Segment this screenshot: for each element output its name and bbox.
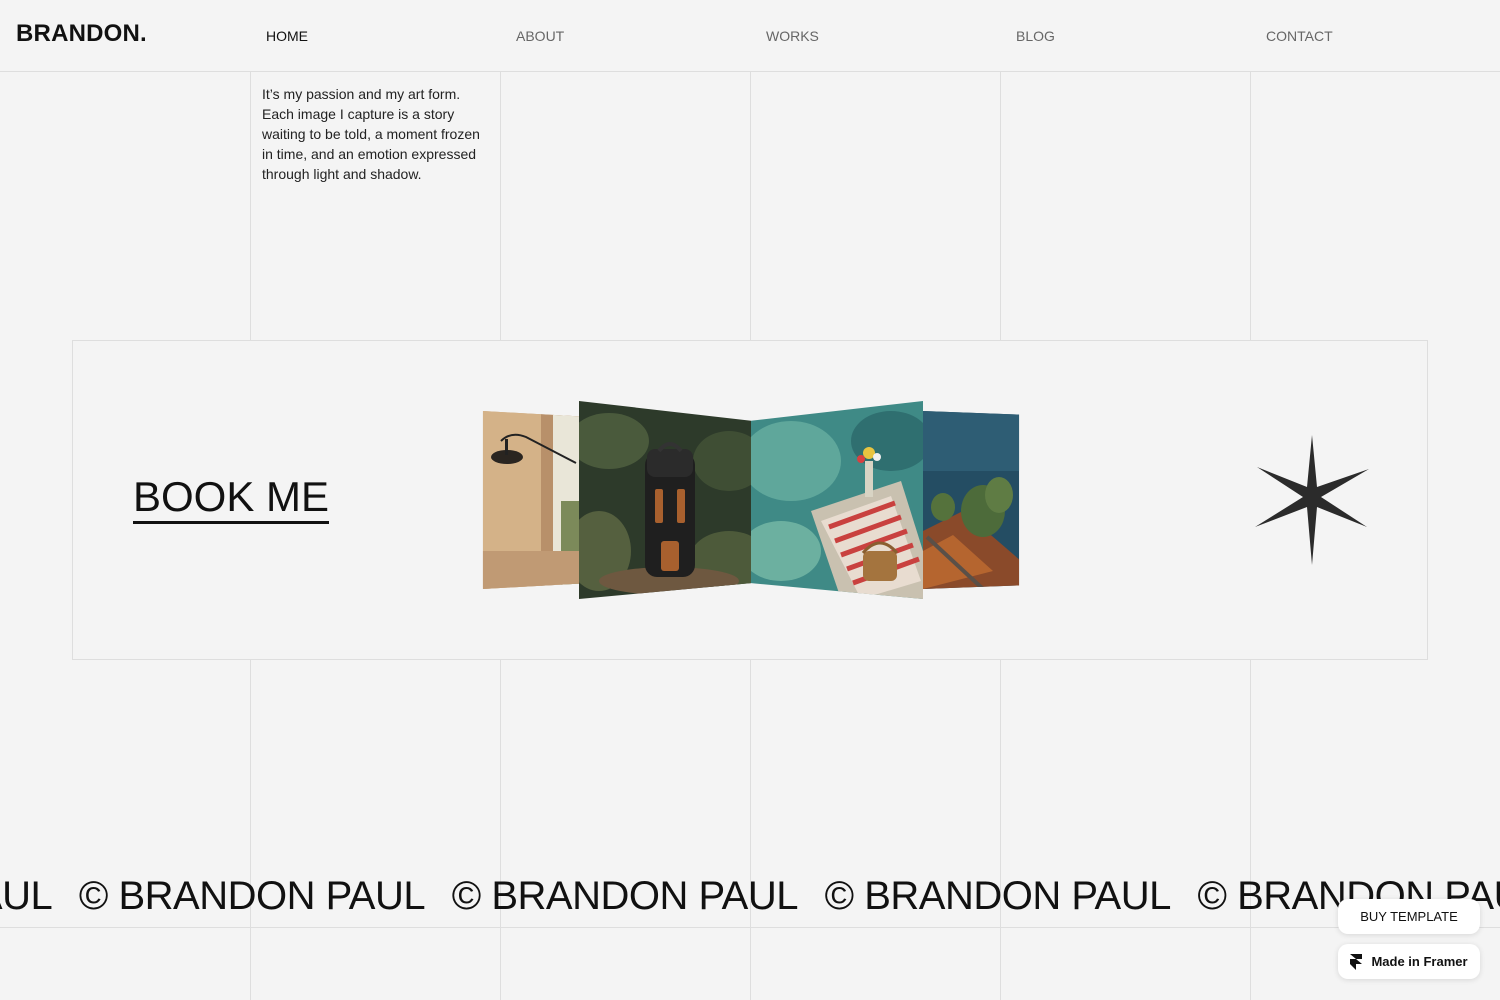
nav-contact[interactable]: CONTACT — [1266, 28, 1333, 44]
booking-panel: BOOK ME — [72, 340, 1428, 660]
book-me-link[interactable]: BOOK ME — [133, 475, 330, 524]
gallery-photo-interior[interactable] — [482, 411, 579, 589]
site-header: BRANDON. HOME ABOUT WORKS BLOG CONTACT — [0, 0, 1500, 72]
gallery-photo-backpack[interactable] — [579, 401, 751, 599]
gallery-photo-lake[interactable] — [923, 411, 1020, 589]
site-logo[interactable]: BRANDON. — [16, 20, 147, 48]
marquee-track: © BRANDON PAUL © BRANDON PAUL © BRANDON … — [0, 874, 1500, 919]
grid-line — [0, 927, 1500, 928]
nav-works[interactable]: WORKS — [766, 28, 819, 44]
gallery-photo-picnic[interactable] — [751, 401, 923, 599]
marquee-item: © BRANDON PAUL — [0, 874, 53, 918]
made-in-framer-label: Made in Framer — [1371, 954, 1468, 969]
marquee-item: © BRANDON PAUL — [78, 874, 426, 918]
photo-gallery[interactable] — [481, 399, 1021, 603]
framer-logo-icon — [1350, 953, 1363, 970]
marquee-item: © BRANDON PAUL — [824, 874, 1172, 918]
copyright-marquee: © BRANDON PAUL © BRANDON PAUL © BRANDON … — [0, 870, 1500, 926]
buy-template-button[interactable]: BUY TEMPLATE — [1338, 899, 1480, 934]
intro-text: It’s my passion and my art form. Each im… — [262, 86, 480, 182]
nav-home[interactable]: HOME — [266, 28, 308, 44]
buy-template-label: BUY TEMPLATE — [1360, 909, 1458, 924]
nav-blog[interactable]: BLOG — [1016, 28, 1055, 44]
made-in-framer-badge[interactable]: Made in Framer — [1338, 944, 1480, 979]
nav-about[interactable]: ABOUT — [516, 28, 564, 44]
marquee-item: © BRANDON PAUL — [451, 874, 799, 918]
eight-point-star-icon — [1255, 435, 1369, 565]
